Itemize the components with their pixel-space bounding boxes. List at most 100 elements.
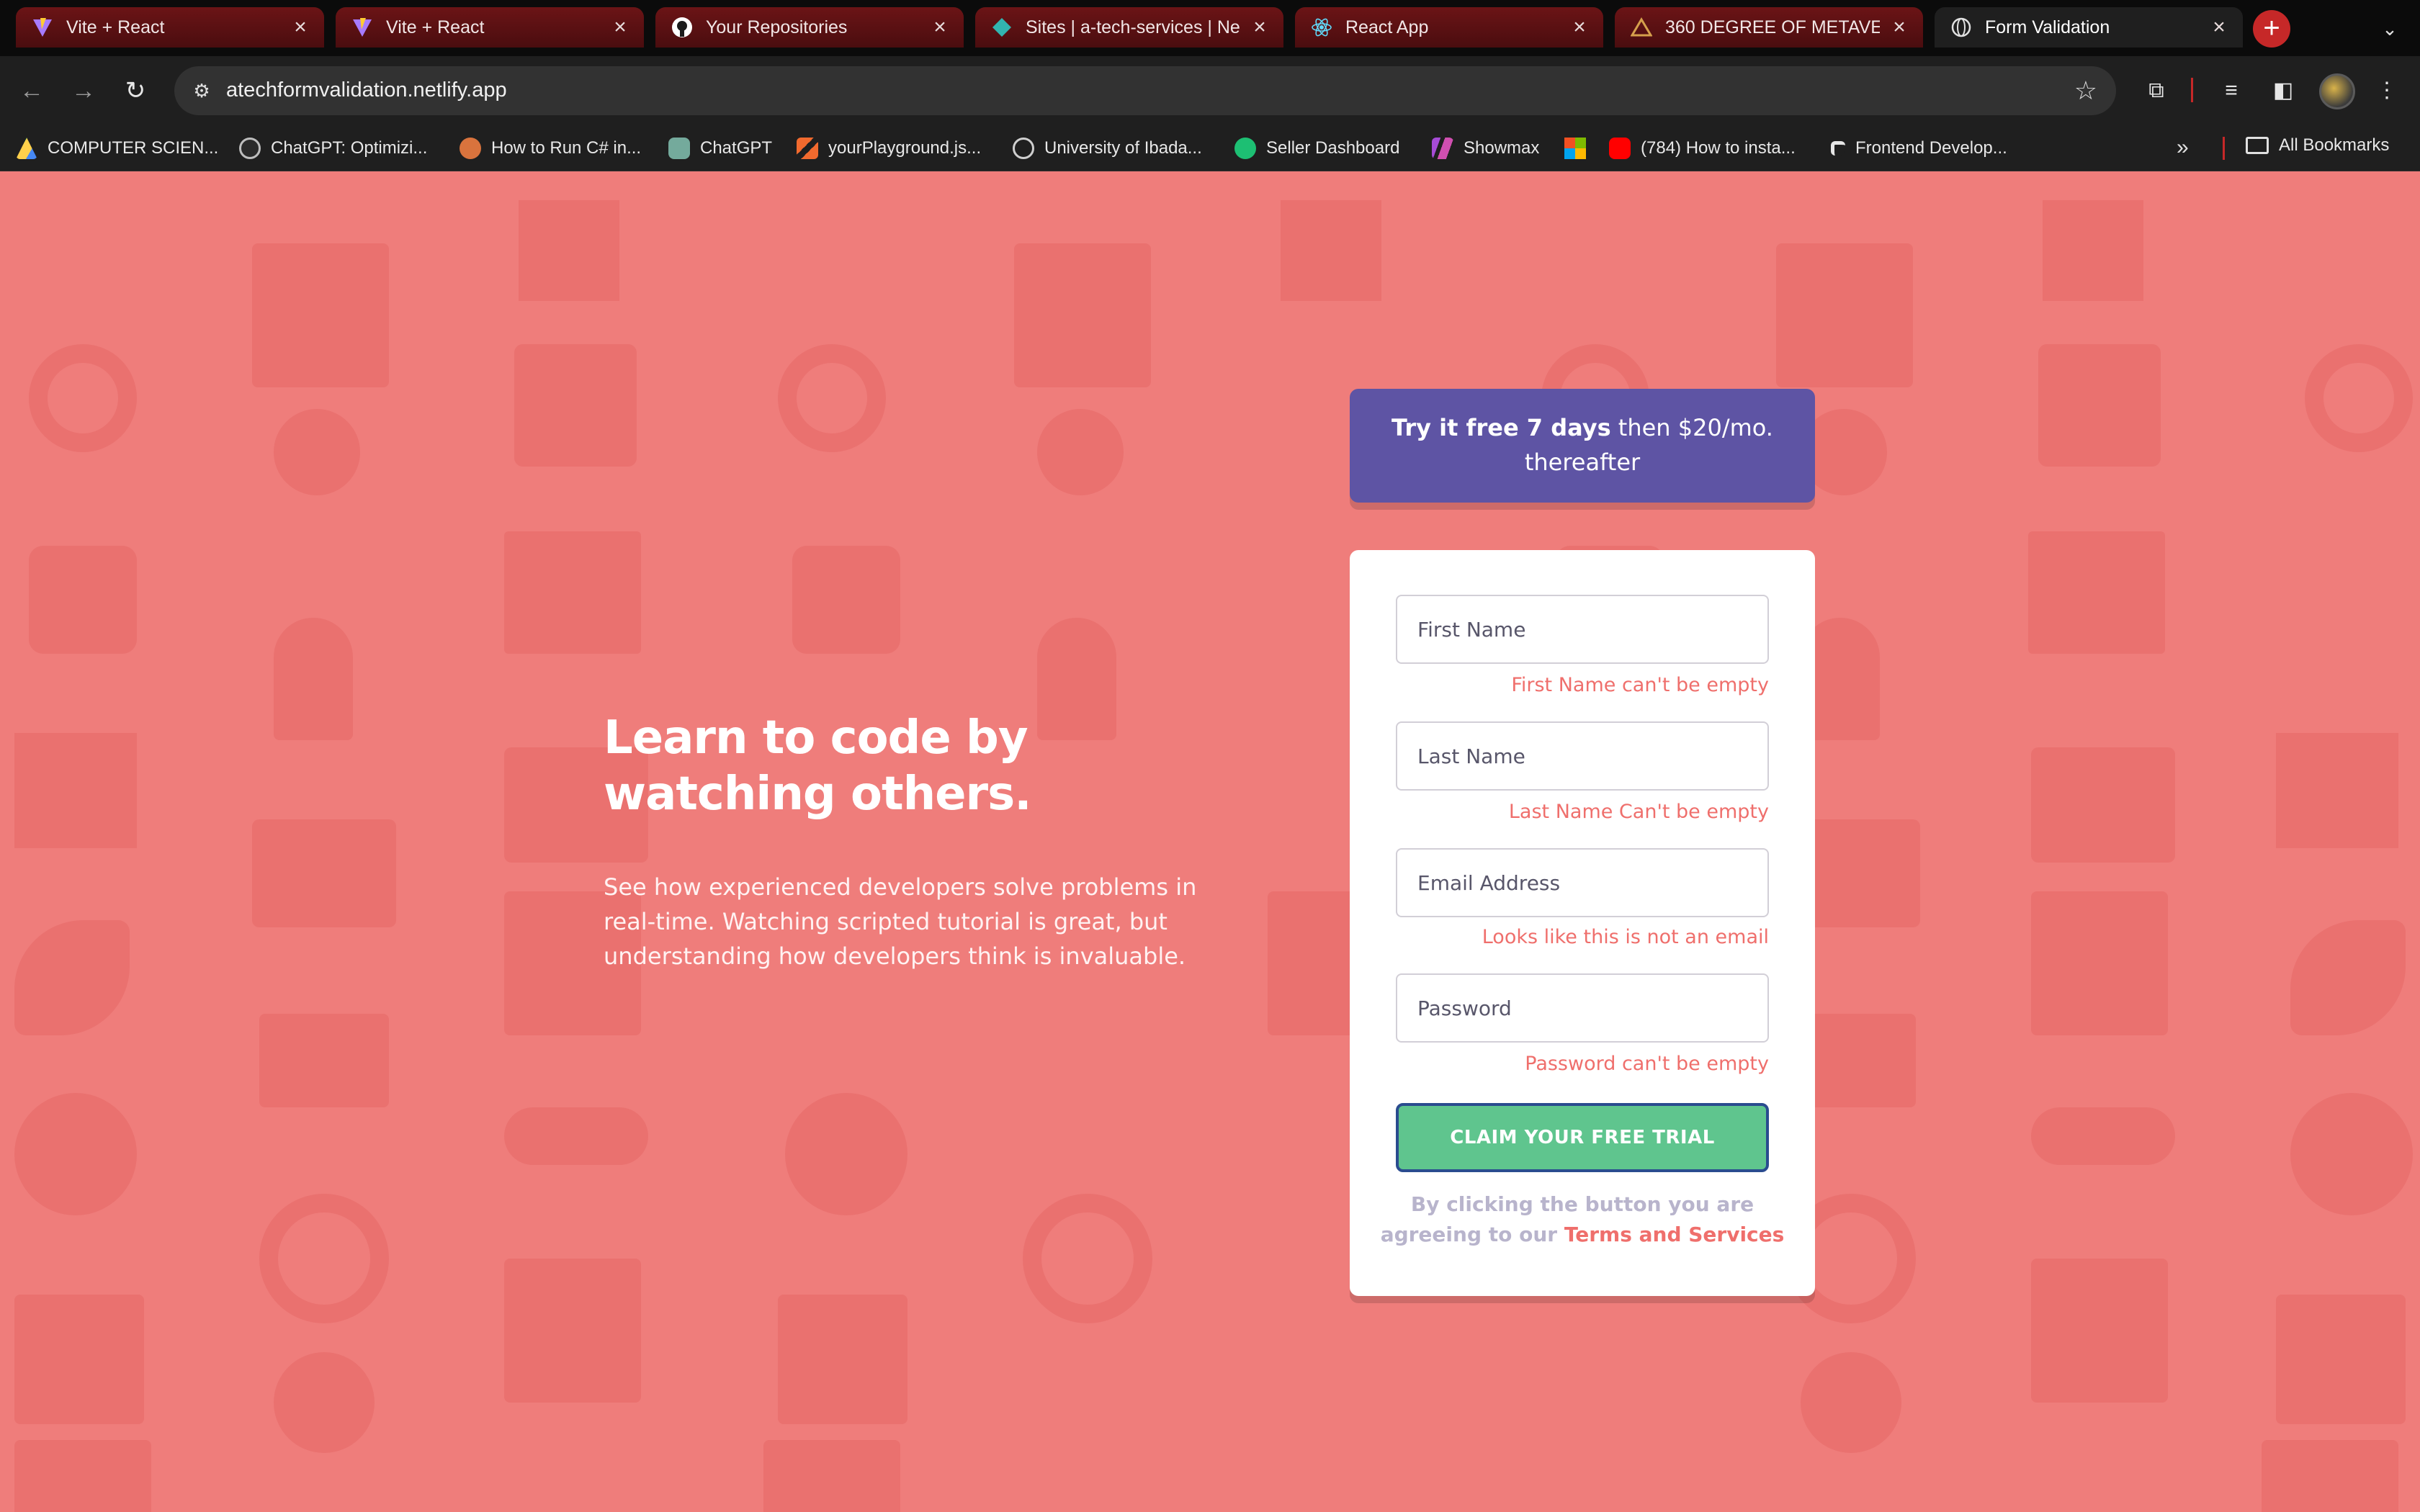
bookmark-label: Showmax [1464,138,1540,158]
lightbulb-icon [274,1352,375,1453]
last-name-error: Last Name Can't be empty [1508,801,1769,823]
chatgpt-icon [239,138,261,159]
new-tab-button[interactable]: + [2253,10,2290,48]
tab-title: Sites | a-tech-services | Ne [1026,17,1240,37]
extensions-icon[interactable]: ⧉ [2139,73,2174,108]
tab-title: Form Validation [1985,17,2110,37]
thumbs-up-icon [792,546,900,654]
playground-icon [797,138,818,159]
browser-window-icon [2031,1259,2168,1403]
documents-icon [2028,531,2165,654]
bookmark-item[interactable]: yourPlayground.js... [797,135,981,161]
react-icon [1311,17,1332,38]
site-info-icon[interactable]: ⚙ [187,76,216,105]
browser-search-icon [2031,891,2168,1035]
chatgpt-icon [668,138,690,159]
close-icon[interactable]: × [609,17,631,38]
bookmark-item[interactable]: (784) How to insta... [1609,135,1796,161]
globe-icon [1950,17,1972,38]
cart-icon [259,1014,389,1107]
last-name-input[interactable] [1397,723,1767,789]
tab-strip: Vite + React × Vite + React × Your Repos… [0,0,2420,56]
bookmark-divider [2223,137,2225,160]
password-error: Password can't be empty [1525,1053,1769,1075]
close-icon[interactable]: × [1888,17,1910,38]
forward-arrow-icon[interactable]: → [65,72,102,109]
lightbulb-icon [1801,1352,1901,1453]
key-icon [2031,1107,2175,1165]
last-name-field[interactable] [1396,721,1769,791]
tab-react-app[interactable]: React App × [1295,7,1603,48]
claim-free-trial-button[interactable]: CLAIM YOUR FREE TRIAL [1396,1103,1769,1172]
tab-vite-react-1[interactable]: Vite + React × [16,7,324,48]
bookmark-star-icon[interactable]: ☆ [2074,75,2097,107]
signup-form: First Name can't be empty Last Name Can'… [1350,550,1815,1296]
toolbox-icon [2038,344,2161,467]
bookmark-item[interactable]: University of Ibada... [1013,135,1202,161]
close-icon[interactable]: × [290,17,311,38]
bookmark-item[interactable]: ChatGPT [668,135,772,161]
terms-link[interactable]: Terms and Services [1564,1223,1784,1246]
fiverr-icon [1234,138,1256,159]
double-chevron-icon[interactable]: » [2177,135,2189,160]
bookmark-item[interactable]: COMPUTER SCIEN... [16,135,218,161]
promo-bold-text: Try it free 7 days [1392,414,1611,441]
globe-icon [1013,138,1034,159]
vite-icon [32,17,53,38]
bookmark-label: (784) How to insta... [1641,138,1796,158]
browser-window-icon [1776,243,1913,387]
address-bar[interactable]: ⚙ atechformvalidation.netlify.app ☆ [174,66,2116,115]
bookmark-label: ChatGPT: Optimizi... [271,138,428,158]
bookmark-item[interactable]: How to Run C# in... [460,135,641,161]
bookmark-label: yourPlayground.js... [828,138,982,158]
back-arrow-icon[interactable]: ← [13,72,50,109]
bookmark-item[interactable]: Seller Dashboard [1234,135,1399,161]
tab-your-repositories[interactable]: Your Repositories × [655,7,964,48]
bookmark-item[interactable]: Showmax [1432,135,1539,161]
calendar-icon [14,1295,144,1424]
side-panel-icon[interactable]: ◧ [2266,73,2300,108]
hero-title: Learn to code by watching others. [604,711,1032,821]
password-input[interactable] [1397,975,1767,1041]
all-bookmarks-button[interactable]: All Bookmarks [2246,135,2389,156]
email-field[interactable] [1396,848,1769,917]
documents-icon [504,531,641,654]
bookmark-item[interactable]: Frontend Develop... [1831,135,2007,161]
metaverse-icon [1631,17,1652,38]
bookmark-label: COMPUTER SCIEN... [48,138,219,158]
close-icon[interactable]: × [1569,17,1590,38]
headset-icon [778,344,886,452]
first-name-field[interactable] [1396,595,1769,664]
site-icon [460,138,481,159]
url-text[interactable]: atechformvalidation.netlify.app [226,78,507,102]
tab-form-validation[interactable]: Form Validation × [1935,7,2243,48]
tab-vite-react-2[interactable]: Vite + React × [336,7,644,48]
bookmark-item[interactable]: ChatGPT: Optimizi... [239,135,427,161]
menu-kebab-icon[interactable]: ⋮ [2370,73,2404,108]
tab-title: Your Repositories [706,17,848,37]
bar-chart-icon [519,200,619,301]
first-name-input[interactable] [1397,596,1767,662]
hero-description: See how experienced developers solve pro… [604,873,1197,970]
gear-globe-icon [785,1093,908,1215]
bookmark-label: Frontend Develop... [1855,138,2007,158]
lifebuoy-icon [1023,1194,1152,1323]
calendar-icon [2276,1295,2406,1424]
profile-avatar[interactable] [2319,73,2355,109]
reload-icon[interactable]: ↻ [117,72,154,109]
bookmark-item[interactable] [1564,135,1596,161]
close-icon[interactable]: × [1249,17,1270,38]
tab-netlify-sites[interactable]: Sites | a-tech-services | Ne × [975,7,1283,48]
close-icon[interactable]: × [929,17,951,38]
browser-window-icon [14,1440,151,1512]
close-icon[interactable]: × [2208,17,2230,38]
bar-chart-icon [1281,200,1381,301]
password-field[interactable] [1396,973,1769,1043]
media-control-icon[interactable]: ≡ [2214,73,2249,108]
browser-window-icon [504,1259,641,1403]
all-bookmarks-label: All Bookmarks [2279,135,2390,155]
email-input[interactable] [1397,850,1767,916]
tab-360-degree[interactable]: 360 DEGREE OF METAVER × [1615,7,1923,48]
google-drive-icon [16,138,37,159]
tab-search-chevron-icon[interactable]: ⌄ [2374,13,2406,45]
